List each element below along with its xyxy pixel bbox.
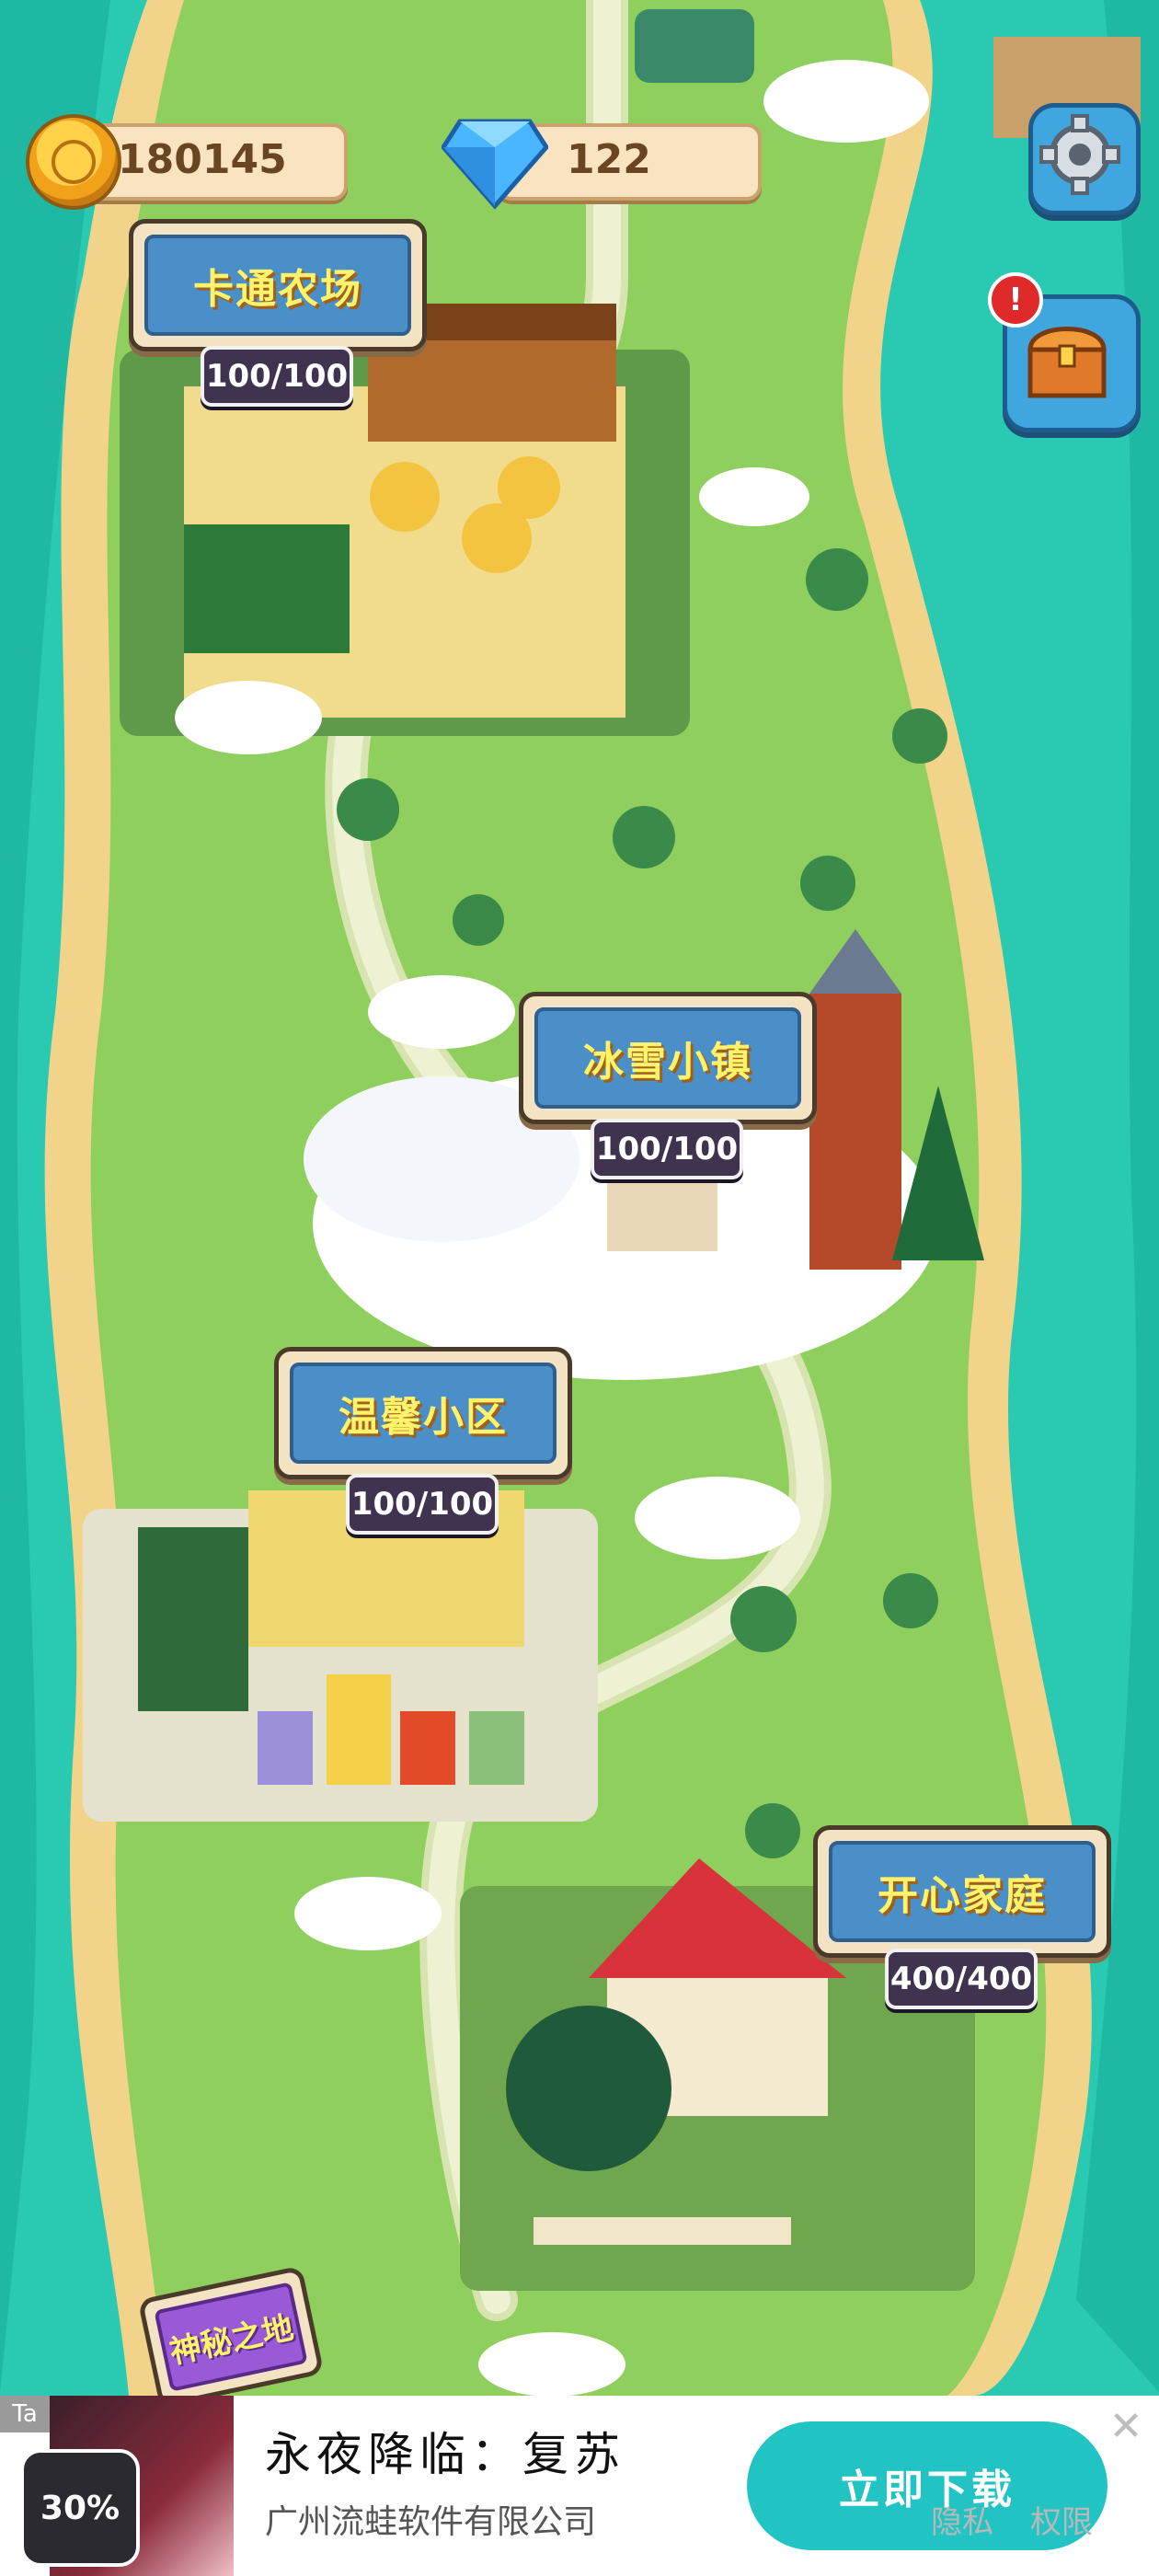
progress-badge: 30% [20,2449,140,2567]
location-sign-snow-town[interactable]: 冰雪小镇 [519,992,817,1124]
permissions-link[interactable]: 权限 [1030,2497,1093,2542]
world-map [0,0,1159,2576]
gem-value: 122 [567,136,651,183]
settings-button[interactable] [1028,103,1141,215]
location-name: 温馨小区 [339,1394,508,1441]
privacy-link[interactable]: 隐私 [931,2497,993,2542]
capacity-badge: 100/100 [591,1119,743,1179]
capacity-badge: 400/400 [885,1949,1038,2009]
alert-badge: ! [988,272,1043,328]
location-name: 神秘之地 [166,2308,297,2372]
gear-icon [1039,114,1120,195]
location-name: 冰雪小镇 [583,1039,752,1086]
capacity-badge: 100/100 [346,1474,499,1535]
close-icon[interactable]: ✕ [1104,2405,1148,2449]
ad-tag: Ta [0,2396,50,2432]
capacity-badge: 100/100 [201,346,353,407]
ad-subtitle: 广州流蛙软件有限公司 [265,2503,597,2541]
coin-value: 180145 [118,136,287,183]
location-sign-happy-family[interactable]: 开心家庭 [813,1825,1111,1958]
location-sign-cozy-community[interactable]: 温馨小区 [274,1347,572,1479]
ad-title: 永夜降临：复苏 [265,2428,625,2481]
location-name: 卡通农场 [193,266,362,313]
coin-icon [26,114,121,210]
location-name: 开心家庭 [878,1872,1047,1919]
diamond-icon [442,119,548,210]
progress-percent: 30% [40,2489,120,2527]
location-sign-cartoon-farm[interactable]: 卡通农场 [129,219,427,351]
